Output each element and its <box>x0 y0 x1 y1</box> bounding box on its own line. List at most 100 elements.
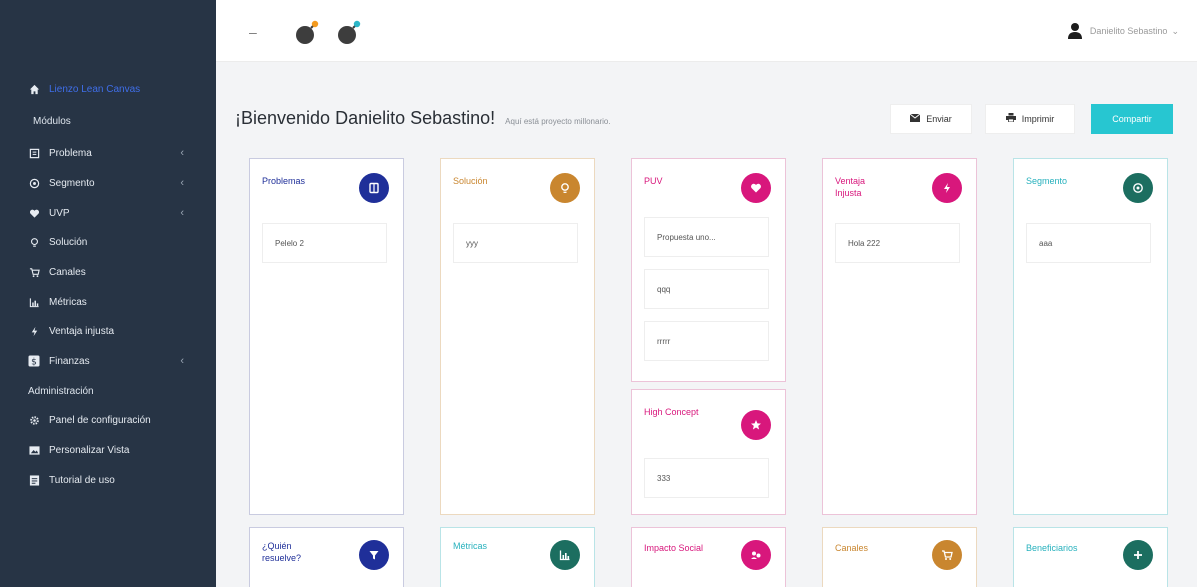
card-title: Segmento <box>1026 176 1068 186</box>
user-icon <box>1067 23 1082 39</box>
page-title: ¡Bienvenido Danielito Sebastino! <box>235 108 496 128</box>
chevron-left-icon: ‹ <box>180 355 184 367</box>
heart-icon <box>26 205 42 221</box>
sidebar-item-uvp[interactable]: UVP ‹ <box>26 202 196 224</box>
card-quien-resuelve[interactable]: ¿Quién resuelve? <box>249 527 404 587</box>
sidebar-item-label: Tutorial de uso <box>49 474 115 486</box>
chart-icon <box>550 540 580 570</box>
sidebar-item-metricas[interactable]: Métricas <box>26 291 196 313</box>
send-button[interactable]: Enviar <box>890 104 972 134</box>
note-card[interactable]: rrrrr <box>644 321 769 361</box>
note-card[interactable]: Propuesta uno... <box>644 217 769 257</box>
user-menu[interactable]: Danielito Sebastino ⌄ <box>1067 22 1179 40</box>
sidebar-item-segmento[interactable]: Segmento ‹ <box>26 172 196 194</box>
note-card[interactable]: Hola 222 <box>835 223 960 263</box>
note-card[interactable]: Pelelo 2 <box>262 223 387 263</box>
sidebar-item-tutorial[interactable]: Tutorial de uso <box>26 469 196 491</box>
card-title: Ventaja Injusta <box>835 176 866 198</box>
card-ventaja-injusta[interactable]: Ventaja Injusta Hola 222 <box>822 158 977 515</box>
sidebar-item-label: Solución <box>49 236 88 248</box>
sidebar: Lienzo Lean Canvas Módulos Problema ‹ Se… <box>0 0 216 587</box>
card-title: Canales <box>835 543 869 553</box>
envelope-icon <box>909 113 921 125</box>
cart-icon <box>26 264 42 280</box>
topbar: – Danielito Sebastino ⌄ <box>216 0 1197 62</box>
filter-icon <box>359 540 389 570</box>
card-canales[interactable]: Canales <box>822 527 977 587</box>
chevron-left-icon: ‹ <box>180 177 184 189</box>
sidebar-item-label: Finanzas <box>49 355 90 367</box>
card-segmento[interactable]: Segmento aaa <box>1013 158 1168 515</box>
sidebar-item-label: Métricas <box>49 296 87 308</box>
card-problemas[interactable]: Problemas Pelelo 2 <box>249 158 404 515</box>
sidebar-brand-label: Lienzo Lean Canvas <box>49 83 141 95</box>
sidebar-section-admin: Administración <box>28 386 94 397</box>
sidebar-toggle-button[interactable]: – <box>249 24 257 40</box>
card-title: ¿Quién resuelve? <box>262 541 302 563</box>
sidebar-item-label: Canales <box>49 266 86 278</box>
card-beneficiarios[interactable]: Beneficiarios <box>1013 527 1168 587</box>
lightbulb-icon <box>26 234 42 250</box>
send-label: Enviar <box>926 114 952 124</box>
bomb-teal-icon[interactable] <box>336 20 362 46</box>
home-icon <box>26 81 42 97</box>
sidebar-item-solucion[interactable]: Solución <box>26 231 196 253</box>
book-icon <box>359 173 389 203</box>
target-icon <box>26 175 42 191</box>
note-card[interactable]: yyy <box>453 223 578 263</box>
user-name: Danielito Sebastino <box>1089 26 1168 36</box>
sidebar-item-lean-canvas[interactable]: Lienzo Lean Canvas <box>26 78 196 100</box>
note-card[interactable]: aaa <box>1026 223 1151 263</box>
card-high-concept[interactable]: High Concept 333 <box>631 389 786 515</box>
plus-icon <box>1123 540 1153 570</box>
sidebar-item-finanzas[interactable]: $ Finanzas ‹ <box>26 350 196 372</box>
image-icon <box>26 442 42 458</box>
chart-icon <box>26 294 42 310</box>
svg-text:$: $ <box>31 357 37 367</box>
chevron-left-icon: ‹ <box>180 207 184 219</box>
app-root: Lienzo Lean Canvas Módulos Problema ‹ Se… <box>0 0 1197 587</box>
printer-icon <box>1005 113 1016 125</box>
sidebar-item-label: Panel de configuración <box>49 414 151 426</box>
card-solucion[interactable]: Solución yyy <box>440 158 595 515</box>
card-puv[interactable]: PUV Propuesta uno... qqq rrrrr <box>631 158 786 382</box>
chevron-down-icon: ⌄ <box>1171 25 1179 36</box>
sidebar-section-modules: Módulos <box>33 116 71 127</box>
sidebar-item-panel-configuracion[interactable]: Panel de configuración <box>26 409 196 431</box>
sidebar-item-label: Personalizar Vista <box>49 444 130 456</box>
note-card[interactable]: 333 <box>644 458 769 498</box>
cart-icon <box>932 540 962 570</box>
sidebar-item-problema[interactable]: Problema ‹ <box>26 142 196 164</box>
sidebar-item-label: Ventaja injusta <box>49 325 115 337</box>
note-card[interactable]: qqq <box>644 269 769 309</box>
bolt-icon <box>932 173 962 203</box>
card-metricas[interactable]: Métricas <box>440 527 595 587</box>
heart-icon <box>741 173 771 203</box>
card-title: Impacto Social <box>644 543 704 553</box>
bomb-orange-icon[interactable] <box>294 20 320 46</box>
card-impacto-social[interactable]: Impacto Social <box>631 527 786 587</box>
lightbulb-icon <box>550 173 580 203</box>
chevron-left-icon: ‹ <box>180 147 184 159</box>
star-icon <box>741 410 771 440</box>
dollar-icon: $ <box>26 353 42 369</box>
users-icon <box>741 540 771 570</box>
document-icon <box>26 472 42 488</box>
sidebar-item-canales[interactable]: Canales <box>26 261 196 283</box>
book-icon <box>26 145 42 161</box>
bolt-icon <box>26 323 42 339</box>
target-icon <box>1123 173 1153 203</box>
print-button[interactable]: Imprimir <box>985 104 1075 134</box>
card-title: Solución <box>453 176 488 186</box>
share-button[interactable]: Compartir <box>1091 104 1173 134</box>
welcome-header: ¡Bienvenido Danielito Sebastino! Aquí es… <box>235 108 611 129</box>
card-title: Beneficiarios <box>1026 543 1078 553</box>
sidebar-item-label: Problema <box>49 147 92 159</box>
card-title: PUV <box>644 176 663 186</box>
print-label: Imprimir <box>1021 114 1055 124</box>
sidebar-item-label: UVP <box>49 207 70 219</box>
page-subtitle: Aquí está proyecto millonario. <box>505 117 611 126</box>
gear-icon <box>26 412 42 428</box>
sidebar-item-ventaja-injusta[interactable]: Ventaja injusta <box>26 320 196 342</box>
sidebar-item-personalizar-vista[interactable]: Personalizar Vista <box>26 439 196 461</box>
